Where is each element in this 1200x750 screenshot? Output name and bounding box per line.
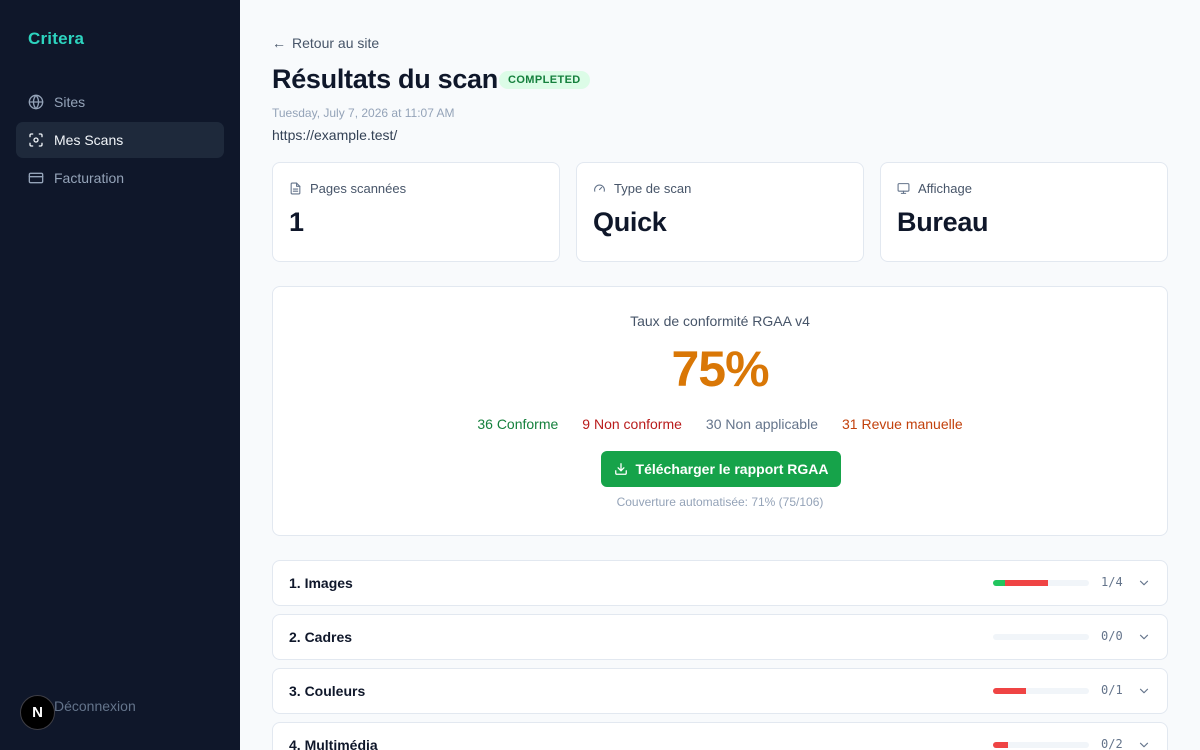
criteria-count: 0/0 [1101, 629, 1123, 643]
back-link[interactable]: ← Retour au site [272, 35, 379, 51]
status-badge: COMPLETED [499, 71, 590, 89]
criteria-progress-bar [993, 634, 1089, 640]
compliance-card: Taux de conformité RGAA v4 75% 36 Confor… [272, 286, 1168, 536]
arrow-left-icon: ← [272, 35, 286, 51]
criteria-count: 0/2 [1101, 737, 1123, 750]
conforme-count: 36 Conforme [477, 416, 559, 432]
sidebar-item-label: Mes Scans [54, 132, 124, 148]
stat-label: Affichage [897, 181, 972, 196]
gauge-icon [594, 184, 605, 192]
stat-card-pages: Pages scannées 1 [272, 162, 560, 262]
stat-label-text: Affichage [918, 181, 972, 196]
criteria-name: 2. Cadres [289, 629, 353, 645]
non-applicable-count: 30 Non applicable [705, 416, 818, 432]
progress-segment-conforme [993, 580, 1005, 586]
compliance-breakdown: 36 Conforme 9 Non conforme 30 Non applic… [273, 416, 1167, 432]
criteria-progress-bar [993, 688, 1089, 694]
compliance-score: 75% [671, 341, 769, 397]
criteria-row-multimedia[interactable]: 4. Multimédia 0/2 [272, 722, 1168, 750]
chevron-down-icon[interactable] [1137, 738, 1151, 750]
stat-label-text: Type de scan [614, 181, 692, 196]
brand-logo[interactable]: Critera [28, 29, 84, 49]
criteria-count: 0/1 [1101, 683, 1123, 697]
download-button-label: Télécharger le rapport RGAA [635, 461, 829, 477]
download-report-button[interactable]: Télécharger le rapport RGAA [601, 451, 841, 487]
chevron-down-icon[interactable] [1137, 630, 1151, 644]
sidebar-item-label: Sites [54, 94, 86, 110]
stat-value: 1 [289, 207, 304, 237]
download-icon [614, 463, 627, 475]
sidebar-item-facturation[interactable]: Facturation [16, 160, 224, 196]
stat-label: Type de scan [593, 181, 691, 196]
progress-segment-non-conforme [1004, 580, 1048, 586]
chevron-down-icon[interactable] [1137, 684, 1151, 698]
stats-row: Pages scannées 1 Type de scan Quick Affi… [272, 162, 1168, 262]
credit-card-icon [28, 170, 44, 186]
criteria-name: 4. Multimédia [289, 737, 378, 750]
criteria-count: 1/4 [1101, 575, 1123, 589]
coverage-text: Couverture automatisée: 71% (75/106) [616, 495, 824, 509]
progress-segment-non-conforme [993, 742, 1009, 748]
stat-label-text: Pages scannées [310, 181, 407, 196]
avatar[interactable]: N [20, 695, 55, 730]
sidebar: Critera Sites Mes Scans Facturation Déco… [0, 0, 240, 750]
sidebar-item-sites[interactable]: Sites [16, 84, 224, 120]
criteria-progress-bar [993, 580, 1089, 586]
criteria-name: 3. Couleurs [289, 683, 366, 699]
scan-icon [28, 132, 44, 148]
scan-date: Tuesday, July 7, 2026 at 11:07 AM [272, 106, 455, 120]
sidebar-item-label: Facturation [54, 170, 125, 186]
criteria-row-images[interactable]: 1. Images 1/4 [272, 560, 1168, 606]
revue-manuelle-count: 31 Revue manuelle [842, 416, 963, 432]
globe-icon [28, 94, 44, 110]
scan-url: https://example.test/ [272, 127, 398, 143]
stat-value: Quick [593, 207, 667, 237]
compliance-title: Taux de conformité RGAA v4 [630, 313, 810, 329]
progress-segment-non-conforme [993, 688, 1026, 694]
criteria-row-cadres[interactable]: 2. Cadres 0/0 [272, 614, 1168, 660]
monitor-icon [897, 183, 910, 194]
non-conforme-count: 9 Non conforme [582, 416, 682, 432]
stat-label: Pages scannées [289, 181, 406, 196]
file-icon [290, 182, 301, 195]
page-title: Résultats du scan [272, 64, 498, 94]
sidebar-item-mes-scans[interactable]: Mes Scans [16, 122, 224, 158]
chevron-down-icon[interactable] [1137, 576, 1151, 590]
stat-card-display: Affichage Bureau [880, 162, 1168, 262]
sidebar-nav: Sites Mes Scans Facturation [16, 84, 224, 198]
stat-card-scan-type: Type de scan Quick [576, 162, 864, 262]
back-link-label: Retour au site [292, 35, 380, 51]
criteria-row-couleurs[interactable]: 3. Couleurs 0/1 [272, 668, 1168, 714]
stat-value: Bureau [897, 207, 989, 237]
criteria-name: 1. Images [289, 575, 353, 591]
criteria-progress-bar [993, 742, 1089, 748]
